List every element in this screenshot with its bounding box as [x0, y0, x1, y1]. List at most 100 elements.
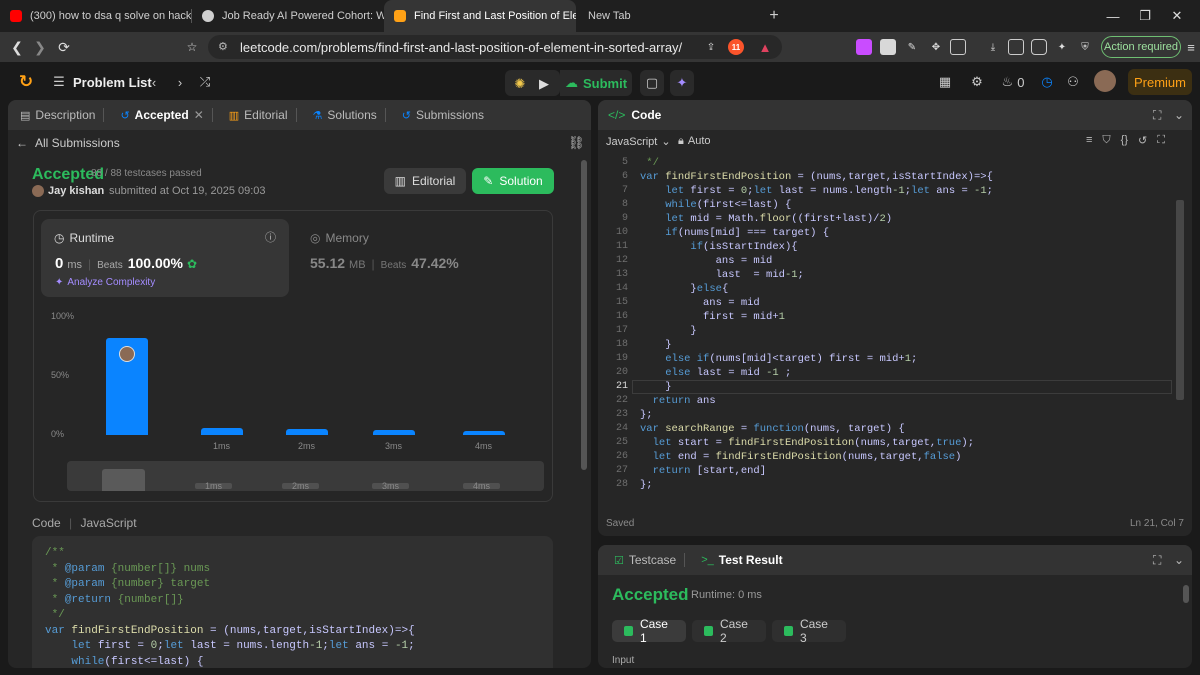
settings-icon[interactable]: ⚙ [968, 70, 986, 94]
navigator-label: 3ms [372, 482, 410, 491]
tab-testcase[interactable]: ☑ Testcase [606, 545, 693, 575]
puzzle-icon[interactable]: ✥ [928, 39, 944, 55]
tab-accepted[interactable]: ↺ Accepted ✕ [112, 100, 220, 130]
bookmark-icon[interactable]: ☆ [182, 37, 202, 57]
menu-icon[interactable]: ≡ [1183, 39, 1199, 55]
chart-range-navigator[interactable]: 1ms 2ms 3ms 4ms [67, 461, 544, 491]
format-icon[interactable]: ≡ [1086, 134, 1092, 147]
back-icon[interactable]: ❮ [7, 37, 27, 57]
vpn-icon[interactable]: ⛨ [1077, 39, 1093, 55]
editor-code[interactable]: 5 */ 6 var findFirstEndPosition = (nums,ta… [598, 156, 1192, 496]
premium-button[interactable]: Premium [1128, 69, 1192, 95]
extension-icon[interactable] [880, 39, 896, 55]
line-number: 16 [615, 311, 628, 322]
info-icon[interactable]: ⓘ [265, 229, 276, 245]
close-window-icon[interactable]: ✕ [1154, 0, 1200, 32]
bookmark-icon[interactable]: ⛉ [1102, 134, 1110, 147]
result-scrollbar[interactable] [1183, 585, 1189, 603]
brave-shields-icon[interactable]: 11 [728, 39, 744, 55]
runtime-label-row: ◷ Runtime [54, 231, 114, 245]
link-icon[interactable]: ⛓ [568, 135, 585, 151]
all-submissions-link[interactable]: ← All Submissions [16, 136, 120, 150]
next-problem-icon[interactable]: › [172, 70, 188, 94]
new-tab-button[interactable]: + [762, 0, 786, 32]
brave-rewards-icon[interactable]: ▲ [757, 39, 773, 55]
maximize-icon[interactable]: ⛶ [1153, 553, 1161, 568]
tab-description[interactable]: ▤ Description [12, 100, 112, 130]
collapse-icon[interactable]: ⌄ [1174, 553, 1184, 567]
close-tab-icon[interactable]: ✕ [194, 108, 204, 122]
submitted-code-block[interactable]: /** * @param {number[]} nums * @param {n… [32, 536, 553, 668]
forward-icon[interactable]: ❯ [30, 37, 50, 57]
scrollbar[interactable] [581, 160, 587, 470]
collapse-icon[interactable]: ⌄ [1174, 108, 1184, 122]
timer-icon[interactable]: ◷ [1038, 70, 1056, 94]
list-icon[interactable]: ☰ [52, 70, 66, 94]
tab-submissions[interactable]: ↺ Submissions [394, 100, 492, 130]
case-label: Case 2 [719, 617, 748, 645]
action-required-button[interactable]: Action required [1101, 36, 1181, 58]
address-bar[interactable]: ⚙ leetcode.com/problems/find-first-and-l… [208, 35, 782, 59]
flask-icon: ⚗ [312, 109, 323, 122]
memory-label-row[interactable]: ◎ Memory [310, 231, 369, 245]
navigator-selection[interactable] [102, 469, 145, 491]
auto-mode[interactable]: 🔒︎ Auto [678, 135, 711, 148]
leo-icon[interactable]: ✦ [1054, 39, 1070, 55]
chevron-down-icon: ⌄ [661, 136, 671, 148]
tab-editorial[interactable]: ▥ Editorial [221, 100, 305, 130]
browser-tab-newtab[interactable]: New Tab [576, 0, 762, 32]
sparkle-icon: ✦ [55, 277, 64, 288]
case-tab-1[interactable]: Case 1 [612, 617, 686, 645]
extension-icon[interactable] [856, 39, 872, 55]
add-friend-icon[interactable]: ⚇ [1064, 70, 1082, 94]
share-icon[interactable]: ⇪ [703, 39, 719, 55]
reset-icon[interactable]: ↺ [1138, 134, 1147, 147]
editor-scrollbar[interactable] [1176, 200, 1184, 400]
sidebar-icon[interactable] [1008, 39, 1024, 55]
runtime-card[interactable]: ◷ Runtime ⓘ 0 ms | Beats 100.00% ✿ ✦ Analy… [41, 219, 289, 297]
streak-counter[interactable]: ♨ 0 [998, 70, 1028, 94]
browser-tab-leetcode[interactable]: Find First and Last Position of Ele ✕ [384, 0, 576, 32]
chart-bar[interactable] [463, 431, 505, 435]
cursor-position: Ln 21, Col 7 [1130, 518, 1184, 529]
browser-tab-strip: (300) how to dsa q solve on hackerra Job… [0, 0, 1200, 32]
maximize-icon[interactable]: ⛶ [1153, 108, 1161, 123]
fullscreen-icon[interactable]: ⛶ [1157, 134, 1165, 147]
code-line: while(first<=last) { [665, 199, 792, 211]
username[interactable]: Jay kishan [48, 185, 104, 197]
pen-icon[interactable]: ✎ [904, 39, 920, 55]
braces-icon[interactable]: {} [1121, 134, 1128, 147]
leetcode-logo[interactable]: ↻ [16, 70, 36, 94]
tab-solutions[interactable]: ⚗ Solutions [305, 100, 394, 130]
ai-icon[interactable]: ✦ [670, 70, 694, 96]
problem-list-link[interactable]: Problem List [73, 70, 152, 94]
history-icon: ↺ [401, 109, 411, 122]
case-tab-2[interactable]: Case 2 [692, 617, 766, 645]
analyze-complexity-link[interactable]: ✦ Analyze Complexity [55, 277, 155, 288]
layout-icon[interactable]: ▦ [936, 70, 954, 94]
reload-icon[interactable]: ⟳ [54, 37, 74, 57]
extension-icon[interactable] [950, 39, 966, 55]
download-icon[interactable]: ⤓ [985, 39, 1001, 55]
debug-icon[interactable]: ✺ [511, 72, 529, 96]
browser-tab-youtube[interactable]: (300) how to dsa q solve on hackerra [0, 0, 192, 32]
chart-bar[interactable] [286, 429, 328, 435]
browser-tab-cohort[interactable]: Job Ready AI Powered Cohort: Web [192, 0, 384, 32]
avatar[interactable] [1094, 70, 1116, 92]
editorial-button[interactable]: ▥ Editorial [384, 168, 466, 194]
wallet-icon[interactable] [1031, 39, 1047, 55]
run-icon[interactable]: ▶ [535, 72, 553, 96]
site-info-icon[interactable]: ⚙ [218, 40, 228, 53]
language-select[interactable]: JavaScript ⌄ [606, 135, 671, 148]
memory-beats: 47.42% [411, 255, 459, 271]
chart-bar[interactable] [373, 430, 415, 435]
case-tab-3[interactable]: Case 3 [772, 617, 846, 645]
result-tabs: ☑ Testcase >_ Test Result ⛶ ⌄ [598, 545, 1192, 575]
solution-button[interactable]: ✎ Solution [472, 168, 554, 194]
tab-test-result[interactable]: >_ Test Result [693, 545, 790, 575]
chart-bar[interactable] [201, 427, 243, 435]
notes-icon[interactable]: ▢ [640, 70, 664, 96]
prev-problem-icon[interactable]: ‹ [146, 70, 162, 94]
shuffle-icon[interactable]: ⤮ [196, 70, 214, 94]
submit-button[interactable]: ☁ Submit [560, 70, 632, 96]
